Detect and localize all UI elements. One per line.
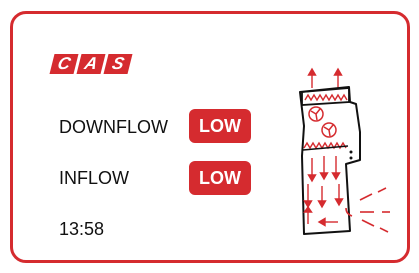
logo-tile-c: C xyxy=(49,54,79,74)
downflow-status-badge: LOW xyxy=(189,109,251,143)
logo-tile-a: A xyxy=(76,54,106,74)
logo-tile-s: S xyxy=(103,54,133,74)
inflow-status-badge: LOW xyxy=(189,161,251,195)
downflow-label: DOWNFLOW xyxy=(59,117,168,137)
inflow-label: INFLOW xyxy=(59,168,129,188)
biosafety-cabinet-airflow-icon xyxy=(299,67,390,235)
clock-time: 13:58 xyxy=(59,219,105,239)
cas-logo: C A S xyxy=(49,54,133,74)
